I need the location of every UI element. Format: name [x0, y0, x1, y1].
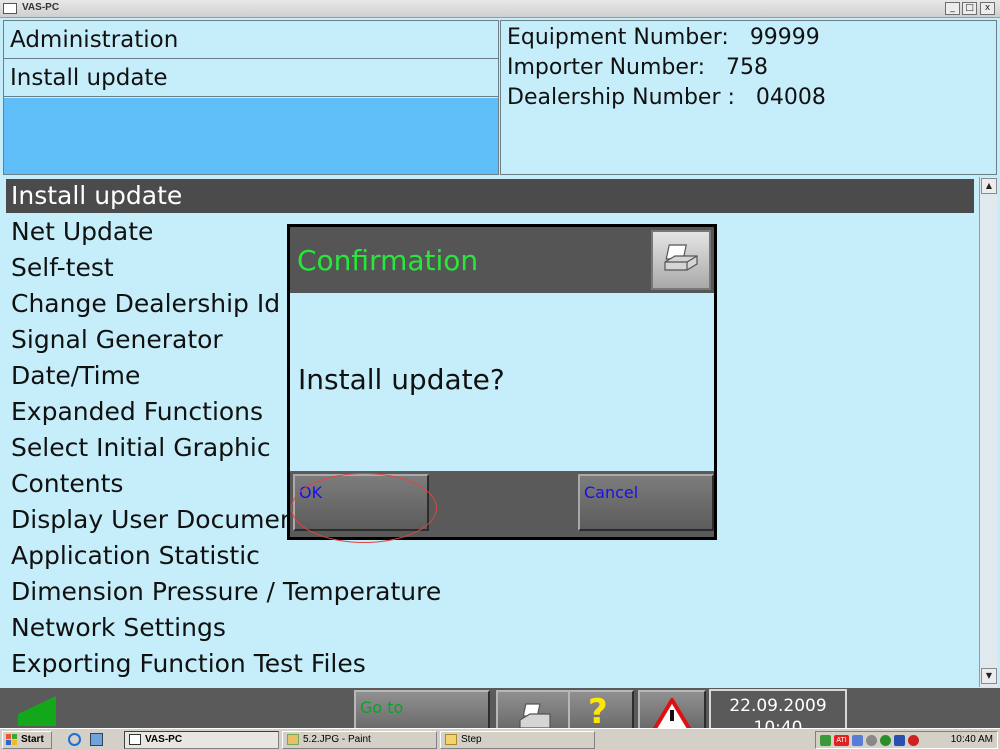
dialog-footer: OK Cancel [290, 471, 714, 543]
dialog-title: Confirmation [297, 244, 479, 277]
network-disconnected-icon[interactable] [852, 735, 863, 746]
window-icon [129, 734, 141, 745]
system-tray: ATI 10:40 AM [815, 731, 998, 749]
dialog-message: Install update? [298, 363, 505, 396]
folder-icon [445, 734, 457, 745]
task-step[interactable]: Step [440, 731, 595, 749]
menu-scrollbar[interactable]: ▲ ▼ [979, 177, 997, 687]
dealership-number-row: Dealership Number : 04008 [507, 85, 826, 110]
help-button[interactable]: ? [568, 690, 634, 732]
printer-icon [519, 703, 551, 728]
volume-icon[interactable] [866, 735, 877, 746]
menu-item-dimension-pressure-temperature[interactable]: Dimension Pressure / Temperature [6, 575, 974, 609]
goto-button[interactable]: Go to [354, 690, 490, 728]
breadcrumb-item-install-update[interactable]: Install update [4, 59, 498, 97]
question-mark-icon: ? [588, 692, 608, 732]
importer-number-label: Importer Number: [507, 55, 705, 80]
back-button[interactable] [2, 690, 69, 728]
importer-number-value: 758 [725, 55, 768, 80]
desktop-icon[interactable] [90, 733, 103, 746]
ok-highlight-ring [291, 473, 437, 543]
close-button[interactable]: x [980, 2, 995, 15]
security-icon[interactable] [908, 735, 919, 746]
date-time-display: 22.09.2009 10:40 [709, 689, 847, 728]
cancel-button[interactable]: Cancel [578, 474, 714, 531]
menu-item-exporting-function-test-files[interactable]: Exporting Function Test Files [6, 647, 974, 681]
dialog-body: Install update? [290, 293, 714, 471]
header-blank-area [4, 98, 498, 174]
window-title-bar[interactable]: VAS-PC _ □ x [0, 0, 1000, 18]
bottom-toolbar: Go to ? 22.09.2009 10:40 [0, 688, 1000, 732]
paint-icon [287, 734, 299, 745]
equipment-number-value: 99999 [749, 25, 820, 50]
sync-icon[interactable] [880, 735, 891, 746]
scroll-down-icon[interactable]: ▼ [981, 668, 997, 684]
importer-number-row: Importer Number: 758 [507, 55, 768, 80]
breadcrumb: Administration Install update [3, 20, 499, 175]
goto-button-label: Go to [360, 698, 404, 717]
equipment-info-panel: Equipment Number: 99999 Importer Number:… [500, 20, 997, 175]
clock: 10:40 AM [950, 734, 993, 745]
warning-button[interactable] [638, 690, 706, 728]
windows-taskbar: Start VAS-PC 5.2.JPG - Paint Step ATI 10… [0, 728, 1000, 750]
printer-icon [664, 244, 698, 271]
time-display: 10:40 [753, 718, 803, 728]
network-icon[interactable] [820, 735, 831, 746]
menu-item-network-settings[interactable]: Network Settings [6, 611, 974, 645]
menu-item-install-update[interactable]: Install update [6, 179, 974, 213]
menu-item-application-statistic[interactable]: Application Statistic [6, 539, 974, 573]
equipment-number-row: Equipment Number: 99999 [507, 25, 820, 50]
app-icon [3, 3, 17, 14]
task-vas-pc[interactable]: VAS-PC [124, 731, 279, 749]
quick-launch [62, 732, 118, 748]
task-step-label: Step [461, 734, 482, 745]
cancel-button-label: Cancel [584, 483, 639, 502]
dealership-number-value: 04008 [755, 85, 826, 110]
dealership-number-label: Dealership Number : [507, 85, 735, 110]
windows-logo-icon [6, 734, 17, 745]
ie-icon[interactable] [68, 733, 81, 746]
breadcrumb-item-administration[interactable]: Administration [4, 21, 498, 59]
task-vas-pc-label: VAS-PC [145, 734, 183, 745]
warning-triangle-icon [652, 698, 692, 728]
minimize-button[interactable]: _ [945, 2, 960, 15]
start-button[interactable]: Start [2, 731, 52, 749]
back-arrow-icon [18, 696, 56, 726]
task-paint[interactable]: 5.2.JPG - Paint [282, 731, 437, 749]
start-label: Start [21, 734, 44, 745]
scroll-up-icon[interactable]: ▲ [981, 178, 997, 194]
confirmation-dialog: Confirmation Install update? OK Cancel [287, 224, 717, 543]
window-title: VAS-PC [22, 2, 60, 13]
antivirus-icon[interactable] [894, 735, 905, 746]
ok-button[interactable]: OK [291, 473, 437, 543]
maximize-button[interactable]: □ [962, 2, 977, 15]
dialog-header: Confirmation [290, 227, 714, 293]
task-paint-label: 5.2.JPG - Paint [303, 734, 371, 745]
dialog-print-button[interactable] [651, 230, 711, 290]
equipment-number-label: Equipment Number: [507, 25, 729, 50]
ati-icon[interactable]: ATI [834, 735, 849, 746]
